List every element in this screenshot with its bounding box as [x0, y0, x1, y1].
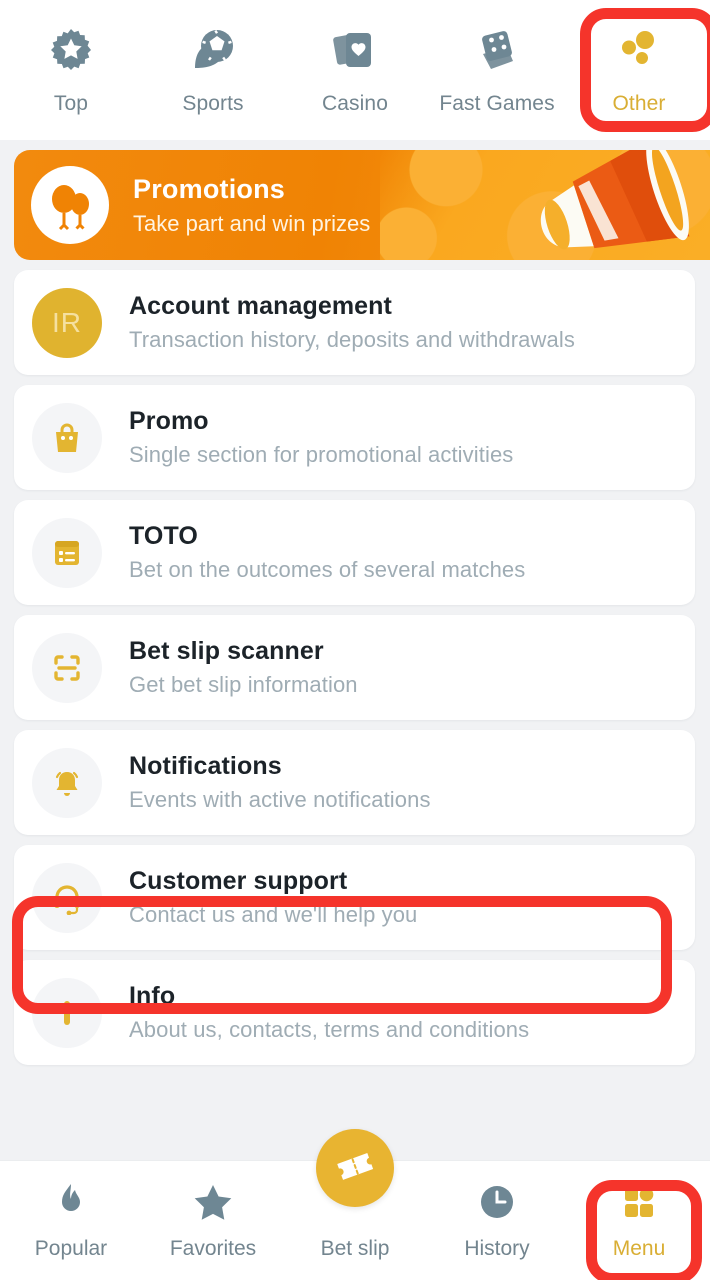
soccer-ball-icon: [185, 24, 241, 76]
menu-card-info[interactable]: Info About us, contacts, terms and condi…: [14, 960, 695, 1065]
card-text-block: Account management Transaction history, …: [129, 292, 575, 353]
qr-scanner-icon: [32, 632, 102, 703]
card-text-block: Customer support Contact us and we'll he…: [129, 867, 417, 928]
bell-icon: [32, 747, 102, 818]
top-nav-item-top[interactable]: Top: [0, 0, 142, 140]
card-subtitle: Contact us and we'll help you: [129, 902, 418, 927]
top-nav-label: Sports: [182, 92, 244, 115]
menu-card-promo[interactable]: Promo Single section for promotional act…: [14, 385, 695, 490]
menu-card-toto[interactable]: TOTO Bet on the outcomes of several matc…: [14, 500, 695, 605]
card-text-block: Notifications Events with active notific…: [129, 752, 431, 813]
menu-card-bet-slip-scanner[interactable]: Bet slip scanner Get bet slip informatio…: [14, 615, 695, 720]
bottom-nav-label: Favorites: [169, 1237, 257, 1260]
top-nav-item-sports[interactable]: Sports: [142, 0, 284, 140]
balloons-icon: [31, 166, 109, 244]
playing-cards-icon: [327, 24, 383, 76]
banner-text-block: Promotions Take part and win prizes: [133, 174, 370, 237]
avatar-initials: IR: [52, 306, 82, 338]
bottom-nav-label: History: [464, 1237, 530, 1260]
star-icon: [193, 1181, 233, 1223]
headset-icon: [32, 862, 102, 933]
flame-icon: [53, 1181, 89, 1223]
bottom-nav-label: Popular: [34, 1237, 108, 1260]
avatar: IR: [32, 287, 102, 358]
card-text-block: Bet slip scanner Get bet slip informatio…: [129, 637, 358, 698]
top-nav-label: Fast Games: [439, 92, 555, 115]
card-title: TOTO: [129, 522, 198, 550]
bottom-nav-item-menu[interactable]: Menu: [568, 1161, 710, 1280]
list-form-icon: [32, 517, 102, 588]
banner-subtitle: Take part and win prizes: [133, 210, 371, 236]
card-subtitle: Transaction history, deposits and withdr…: [129, 327, 575, 352]
bet-slip-fab-button[interactable]: [316, 1129, 394, 1207]
card-subtitle: Events with active notifications: [129, 787, 431, 812]
bottom-nav-label: Menu: [612, 1237, 666, 1260]
bottom-nav-item-popular[interactable]: Popular: [0, 1161, 142, 1280]
card-text-block: Info About us, contacts, terms and condi…: [129, 982, 529, 1043]
top-nav-item-other[interactable]: Other: [568, 0, 710, 140]
badge-star-icon: [43, 24, 99, 76]
top-navigation-bar: Top Sports Casino Fast Games Other: [0, 0, 710, 140]
shopping-bag-icon: [32, 402, 102, 473]
card-text-block: TOTO Bet on the outcomes of several matc…: [129, 522, 525, 583]
clock-icon: [478, 1181, 516, 1223]
card-title: Info: [129, 982, 176, 1010]
card-title: Notifications: [129, 752, 282, 780]
banner-title: Promotions: [133, 173, 286, 204]
card-subtitle: Bet on the outcomes of several matches: [129, 557, 526, 582]
card-title: Account management: [129, 292, 392, 320]
card-title: Bet slip scanner: [129, 637, 324, 665]
top-nav-item-fast-games[interactable]: Fast Games: [426, 0, 568, 140]
top-nav-label: Casino: [322, 92, 388, 115]
top-nav-label: Other: [612, 92, 666, 115]
bottom-navigation-bar: Popular Favorites Bet slip History Menu: [0, 1129, 710, 1280]
top-nav-label: Top: [53, 92, 89, 115]
app-screen: Top Sports Casino Fast Games Other Promo…: [0, 0, 710, 1280]
top-nav-item-casino[interactable]: Casino: [284, 0, 426, 140]
menu-card-account-management[interactable]: IR Account management Transaction histor…: [14, 270, 695, 375]
menu-card-customer-support[interactable]: Customer support Contact us and we'll he…: [14, 845, 695, 950]
card-title: Customer support: [129, 867, 348, 895]
bottom-nav-item-bet-slip[interactable]: Bet slip: [284, 1129, 426, 1280]
bottom-nav-item-favorites[interactable]: Favorites: [142, 1161, 284, 1280]
grid-icon: [620, 1181, 658, 1223]
bottom-nav-label: Bet slip: [320, 1237, 390, 1260]
card-text-block: Promo Single section for promotional act…: [129, 407, 513, 468]
info-icon: [32, 977, 102, 1048]
menu-content-area: Promotions Take part and win prizes IR A…: [0, 140, 710, 1160]
bottom-nav-item-history[interactable]: History: [426, 1161, 568, 1280]
promotions-banner[interactable]: Promotions Take part and win prizes: [14, 150, 710, 260]
megaphone-illustration: [524, 150, 704, 260]
ticket-icon: [333, 1144, 377, 1193]
menu-card-notifications[interactable]: Notifications Events with active notific…: [14, 730, 695, 835]
three-dots-icon: [611, 24, 667, 76]
card-subtitle: Single section for promotional activitie…: [129, 442, 514, 467]
card-subtitle: Get bet slip information: [129, 672, 358, 697]
card-subtitle: About us, contacts, terms and conditions: [129, 1017, 530, 1042]
dice-cards-icon: [469, 24, 525, 76]
card-title: Promo: [129, 407, 209, 435]
